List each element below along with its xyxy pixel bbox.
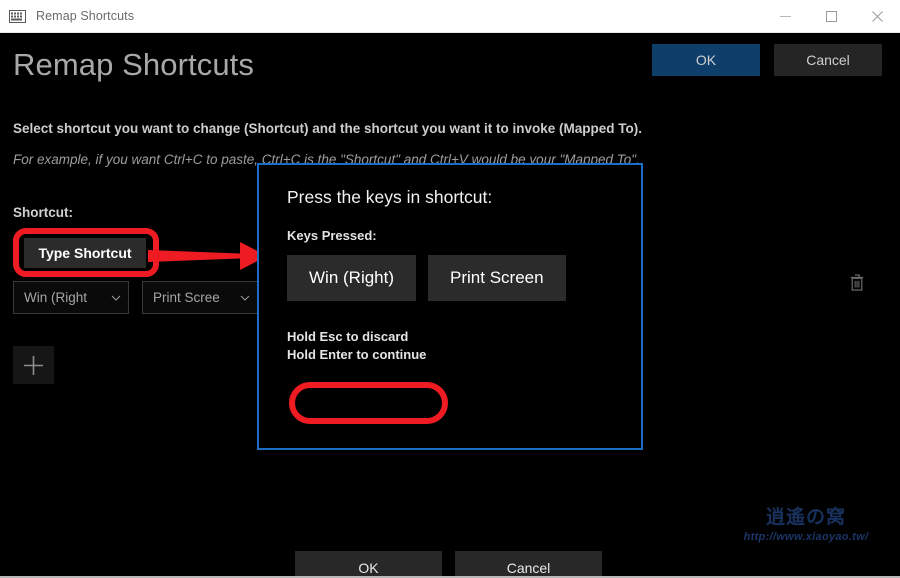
ok-button[interactable]: OK (652, 44, 760, 76)
dialog-actions: OK Cancel (295, 551, 602, 578)
chevron-down-icon (111, 295, 121, 301)
keyboard-icon (9, 9, 26, 23)
dialog-title: Press the keys in shortcut: (287, 187, 493, 207)
maximize-icon (825, 10, 837, 22)
dialog-cancel-button[interactable]: Cancel (455, 551, 602, 578)
keys-pressed-row: Win (Right) Print Screen (287, 255, 566, 301)
delete-shortcut-button[interactable] (843, 268, 871, 296)
window-title: Remap Shortcuts (36, 9, 135, 23)
trash-icon (850, 273, 864, 291)
watermark-url: http://www.xiaoyao.tw/ (743, 530, 869, 543)
key-chip-second: Print Screen (428, 255, 566, 301)
chevron-down-icon (240, 295, 250, 301)
close-button[interactable] (854, 0, 900, 32)
watermark: 逍遙の窝 http://www.xiaoyao.tw/ (726, 507, 886, 543)
title-bar: Remap Shortcuts (0, 0, 900, 33)
cancel-button[interactable]: Cancel (774, 44, 882, 76)
combo-value: Print Scree (153, 290, 220, 305)
hint-discard: Hold Esc to discard (287, 329, 409, 344)
hint-continue: Hold Enter to continue (287, 347, 427, 362)
header-actions: OK Cancel (652, 44, 882, 76)
shortcut-combo-row: Win (Right Print Scree (13, 281, 258, 314)
keys-pressed-label: Keys Pressed: (287, 228, 377, 243)
close-icon (871, 10, 883, 22)
minimize-icon (779, 15, 791, 17)
press-keys-dialog: Press the keys in shortcut: Keys Pressed… (257, 163, 643, 578)
plus-icon (24, 355, 43, 375)
shortcut-combo-first-key[interactable]: Win (Right (13, 281, 129, 314)
maximize-button[interactable] (808, 0, 854, 32)
annotation-arrow-right (148, 242, 267, 270)
key-chip-first: Win (Right) (287, 255, 417, 301)
minimize-button[interactable] (762, 0, 808, 32)
shortcut-label: Shortcut: (13, 205, 73, 220)
shortcut-combo-second-key[interactable]: Print Scree (142, 281, 258, 314)
dialog-ok-button[interactable]: OK (295, 551, 442, 578)
app-window: Remap Shortcuts Remap Shortcuts OK Cance… (0, 0, 900, 578)
page-title: Remap Shortcuts (13, 47, 254, 82)
combo-value: Win (Right (24, 290, 88, 305)
add-shortcut-button[interactable] (13, 346, 54, 384)
description-line-1: Select shortcut you want to change (Shor… (13, 121, 643, 136)
watermark-logo: 逍遙の窝 (765, 507, 846, 528)
window-controls (762, 0, 900, 32)
type-shortcut-button[interactable]: Type Shortcut (24, 238, 146, 268)
